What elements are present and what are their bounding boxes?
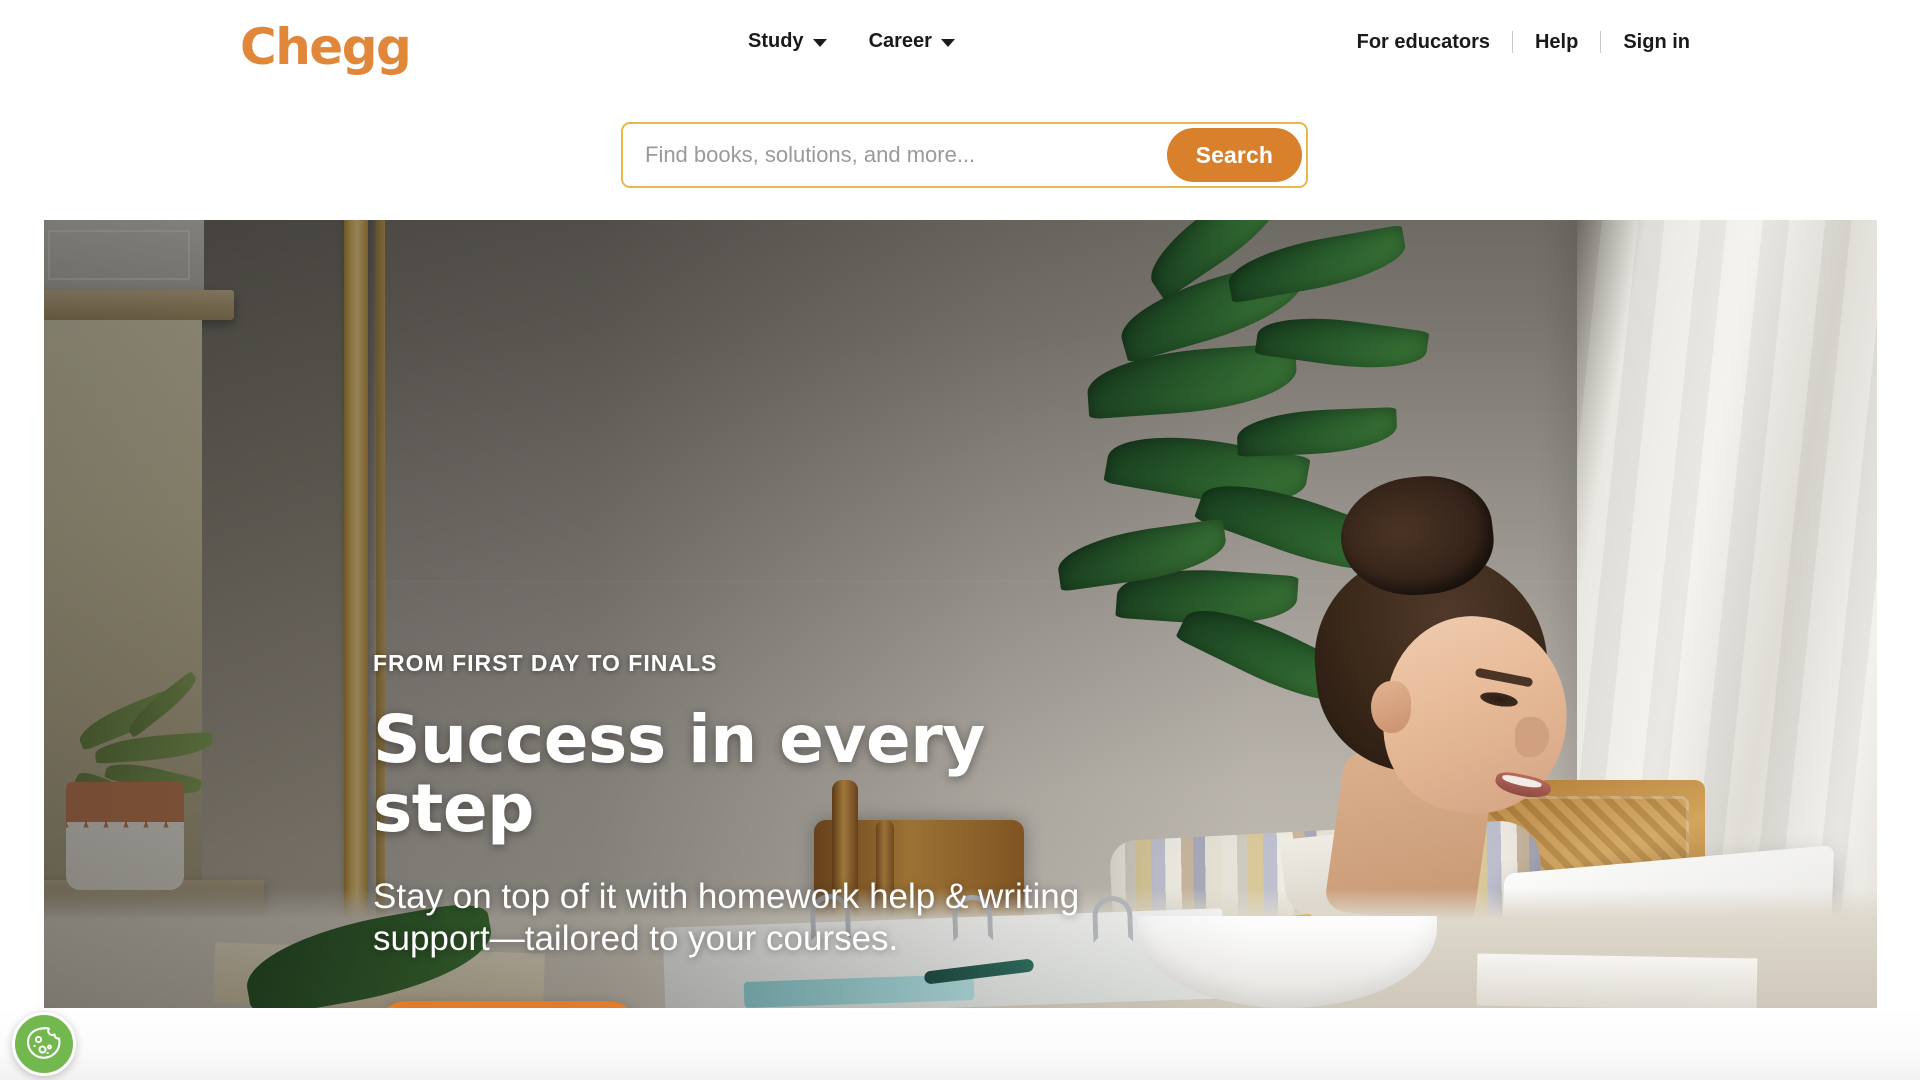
- primary-nav: Study Career: [748, 31, 955, 51]
- cookie-preferences-button[interactable]: [12, 1012, 76, 1076]
- nav-item-sign-in[interactable]: Sign in: [1601, 32, 1690, 52]
- page-below-hero: [0, 1008, 1920, 1080]
- chegg-logo[interactable]: Chegg: [240, 22, 412, 72]
- nav-item-study-label: Study: [748, 30, 804, 52]
- hero-subheadline: Stay on top of it with homework help & w…: [373, 876, 1080, 959]
- utility-nav: For educators Help Sign in: [1357, 31, 1690, 53]
- chevron-down-icon: [940, 38, 955, 47]
- search-bar: Search: [621, 122, 1308, 188]
- search-button[interactable]: Search: [1166, 128, 1302, 182]
- search-box: Search: [621, 122, 1308, 188]
- hero-banner: FROM FIRST DAY TO FINALS Success in ever…: [44, 220, 1877, 1008]
- hero-headline: Success in every step: [373, 701, 985, 848]
- page-root: Chegg Study Career For educators Help Si…: [0, 0, 1920, 1080]
- nav-item-for-educators[interactable]: For educators: [1357, 32, 1512, 52]
- nav-item-study[interactable]: Study: [748, 31, 827, 51]
- nav-item-help[interactable]: Help: [1513, 32, 1600, 52]
- cookie-icon: [26, 1027, 61, 1059]
- nav-item-career-label: Career: [868, 30, 932, 52]
- hero-eyebrow: FROM FIRST DAY TO FINALS: [373, 650, 718, 676]
- nav-item-career[interactable]: Career: [869, 31, 955, 51]
- chevron-down-icon: [812, 38, 827, 47]
- get-started-button[interactable]: Get started: [373, 1000, 643, 1008]
- site-header: Chegg Study Career For educators Help Si…: [0, 0, 1920, 100]
- hero-text-block: FROM FIRST DAY TO FINALS Success in ever…: [373, 650, 1163, 1008]
